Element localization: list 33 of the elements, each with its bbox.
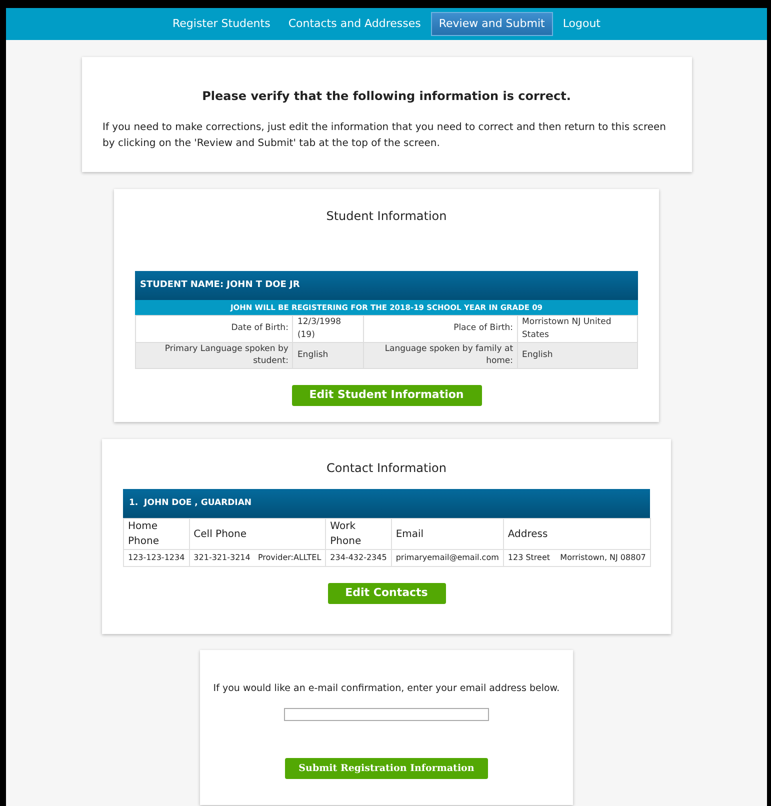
student-heading: Student Information (325, 208, 448, 225)
submit-button[interactable]: Submit Registration Information (285, 758, 488, 780)
contact-cell: 321-321-3214 Provider:ALLTEL (189, 550, 326, 566)
student-info-cell: Date of Birth: (136, 316, 293, 342)
nav-tab[interactable]: Register Students (164, 12, 278, 36)
contact-cell: 123-123-1234 (124, 550, 190, 566)
column-header: Work Phone (326, 518, 392, 550)
column-header: Address (503, 518, 650, 550)
student-info-cell: Morristown NJ United States (518, 316, 638, 342)
student-info-cell: Place of Birth: (363, 316, 518, 342)
student-name-header: STUDENT NAME: JOHN T DOE JR (135, 271, 638, 300)
column-header: Email (391, 518, 504, 550)
student-info-cell: English (292, 342, 364, 368)
contact-cell: 234-432-2345 (326, 550, 392, 566)
contacts-heading: Contact Information (326, 460, 448, 477)
nav-tab[interactable]: Logout (554, 12, 608, 36)
student-info-cell: Language spoken by family at home: (363, 342, 518, 368)
column-header: Home Phone (124, 518, 190, 550)
student-info-cell: 12/3/1998 (19) (292, 316, 364, 342)
student-info-cell: Primary Language spoken by student: (136, 342, 293, 368)
verify-heading: Please verify that the following information is correct. (201, 88, 572, 105)
nav-tab[interactable]: Review and Submit (430, 12, 553, 36)
email-prompt: If you would like an e-mail confirmation, enter your email address below. (213, 682, 560, 696)
verify-instructions: If you need to make corrections, just edit the information that you need to correct and then return to this screen by clicking on the 'Review and Submit' tab at the top of the screen. (102, 121, 668, 151)
contact-header: 1. JOHN DOE , GUARDIAN (123, 489, 650, 518)
student-info-cell: English (518, 342, 638, 368)
edit-contacts-button[interactable]: Edit Contacts (328, 583, 446, 604)
edit-student-button[interactable]: Edit Student Information (292, 385, 482, 406)
contact-cell: 123 Street Morristown, NJ 08807 (503, 550, 650, 566)
nav-tab[interactable]: Contacts and Addresses (280, 12, 429, 36)
column-header: Cell Phone (189, 518, 326, 550)
email-field[interactable] (284, 708, 489, 722)
contact-cell: primaryemail@email.com (391, 550, 504, 566)
